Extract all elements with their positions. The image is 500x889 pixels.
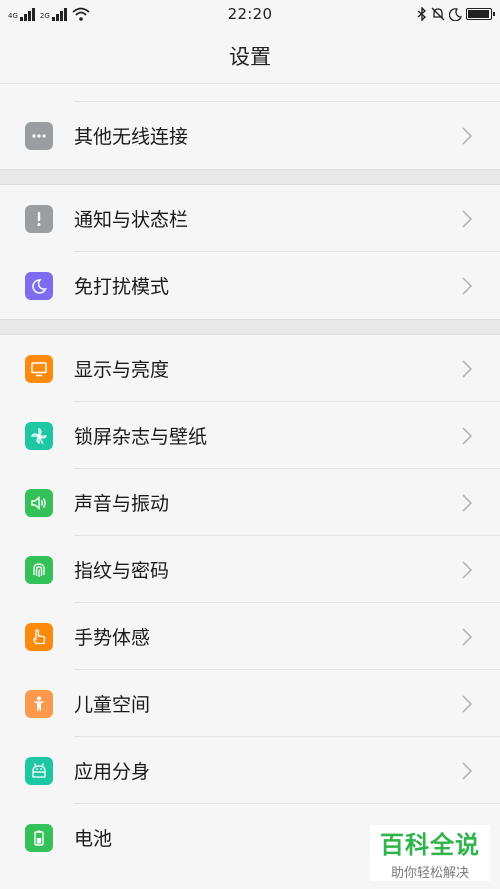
- settings-item-app-clone[interactable]: 应用分身: [0, 737, 500, 804]
- app-clone-icon: [25, 756, 53, 785]
- settings-item-label: 其他无线连接: [74, 126, 189, 148]
- chevron-right-icon: [462, 426, 473, 445]
- status-right: [372, 7, 495, 21]
- sim1-label: 4G: [8, 12, 18, 20]
- status-bar: 4G 2G 22:20: [0, 0, 500, 28]
- settings-item-gestures[interactable]: 手势体感: [0, 603, 500, 670]
- settings-item-label: 显示与亮度: [74, 359, 170, 381]
- signal-icon: [19, 8, 35, 21]
- wifi-icon: [72, 7, 90, 21]
- chevron-right-icon: [462, 493, 473, 512]
- settings-item-display[interactable]: 显示与亮度: [0, 335, 500, 402]
- chevron-right-icon: [462, 209, 473, 228]
- pinwheel-icon: [25, 421, 53, 450]
- settings-item-label: 通知与状态栏: [74, 209, 189, 231]
- exclamation-icon: [25, 204, 53, 233]
- hand-gesture-icon: [25, 622, 53, 651]
- chevron-right-icon: [462, 627, 473, 646]
- chevron-right-icon: [462, 359, 473, 378]
- settings-item-label: 应用分身: [74, 761, 151, 783]
- status-left: 4G 2G: [8, 7, 128, 21]
- settings-item-notifications[interactable]: 通知与状态栏: [0, 185, 500, 252]
- battery-icon: [25, 823, 53, 852]
- settings-item-sound-vibration[interactable]: 声音与振动: [0, 469, 500, 536]
- chevron-right-icon: [462, 560, 473, 579]
- moon-status-icon: [448, 7, 462, 21]
- battery-status-icon: [465, 8, 495, 20]
- settings-item-label: 儿童空间: [74, 694, 151, 716]
- watermark-subtitle: 助你轻松解决: [390, 866, 469, 881]
- signal-icon: [51, 8, 67, 21]
- moon-icon: [25, 271, 53, 300]
- status-time: 22:20: [227, 5, 273, 23]
- section-divider: [0, 319, 500, 335]
- bluetooth-icon: [417, 7, 427, 21]
- page-title: 设置: [0, 28, 500, 84]
- monitor-icon: [25, 354, 53, 383]
- settings-item-do-not-disturb[interactable]: 免打扰模式: [0, 252, 500, 319]
- chevron-right-icon: [462, 694, 473, 713]
- chevron-right-icon: [462, 126, 473, 145]
- settings-item-kids-space[interactable]: 儿童空间: [0, 670, 500, 737]
- child-icon: [25, 689, 53, 718]
- settings-item-label: 锁屏杂志与壁纸: [74, 426, 208, 448]
- settings-item-lockscreen-wallpaper[interactable]: 锁屏杂志与壁纸: [0, 402, 500, 469]
- watermark-title: 百科全说: [380, 831, 480, 859]
- settings-item-label: 指纹与密码: [74, 560, 170, 582]
- bell-muted-icon: [431, 7, 445, 21]
- settings-item-label: 免打扰模式: [74, 276, 170, 298]
- settings-item-other-wireless[interactable]: 其他无线连接: [0, 102, 500, 169]
- settings-item-label: 手势体感: [74, 627, 151, 649]
- more-dots-icon: [25, 121, 53, 150]
- watermark-logo: 百科全说 助你轻松解决: [370, 825, 490, 881]
- settings-item-label: 声音与振动: [74, 493, 170, 515]
- speaker-icon: [25, 488, 53, 517]
- chevron-right-icon: [462, 276, 473, 295]
- settings-item-fingerprint-password[interactable]: 指纹与密码: [0, 536, 500, 603]
- list-top-divider: [74, 84, 500, 102]
- sim2-label: 2G: [39, 12, 50, 20]
- section-divider: [0, 169, 500, 185]
- chevron-right-icon: [462, 761, 473, 780]
- fingerprint-icon: [25, 555, 53, 584]
